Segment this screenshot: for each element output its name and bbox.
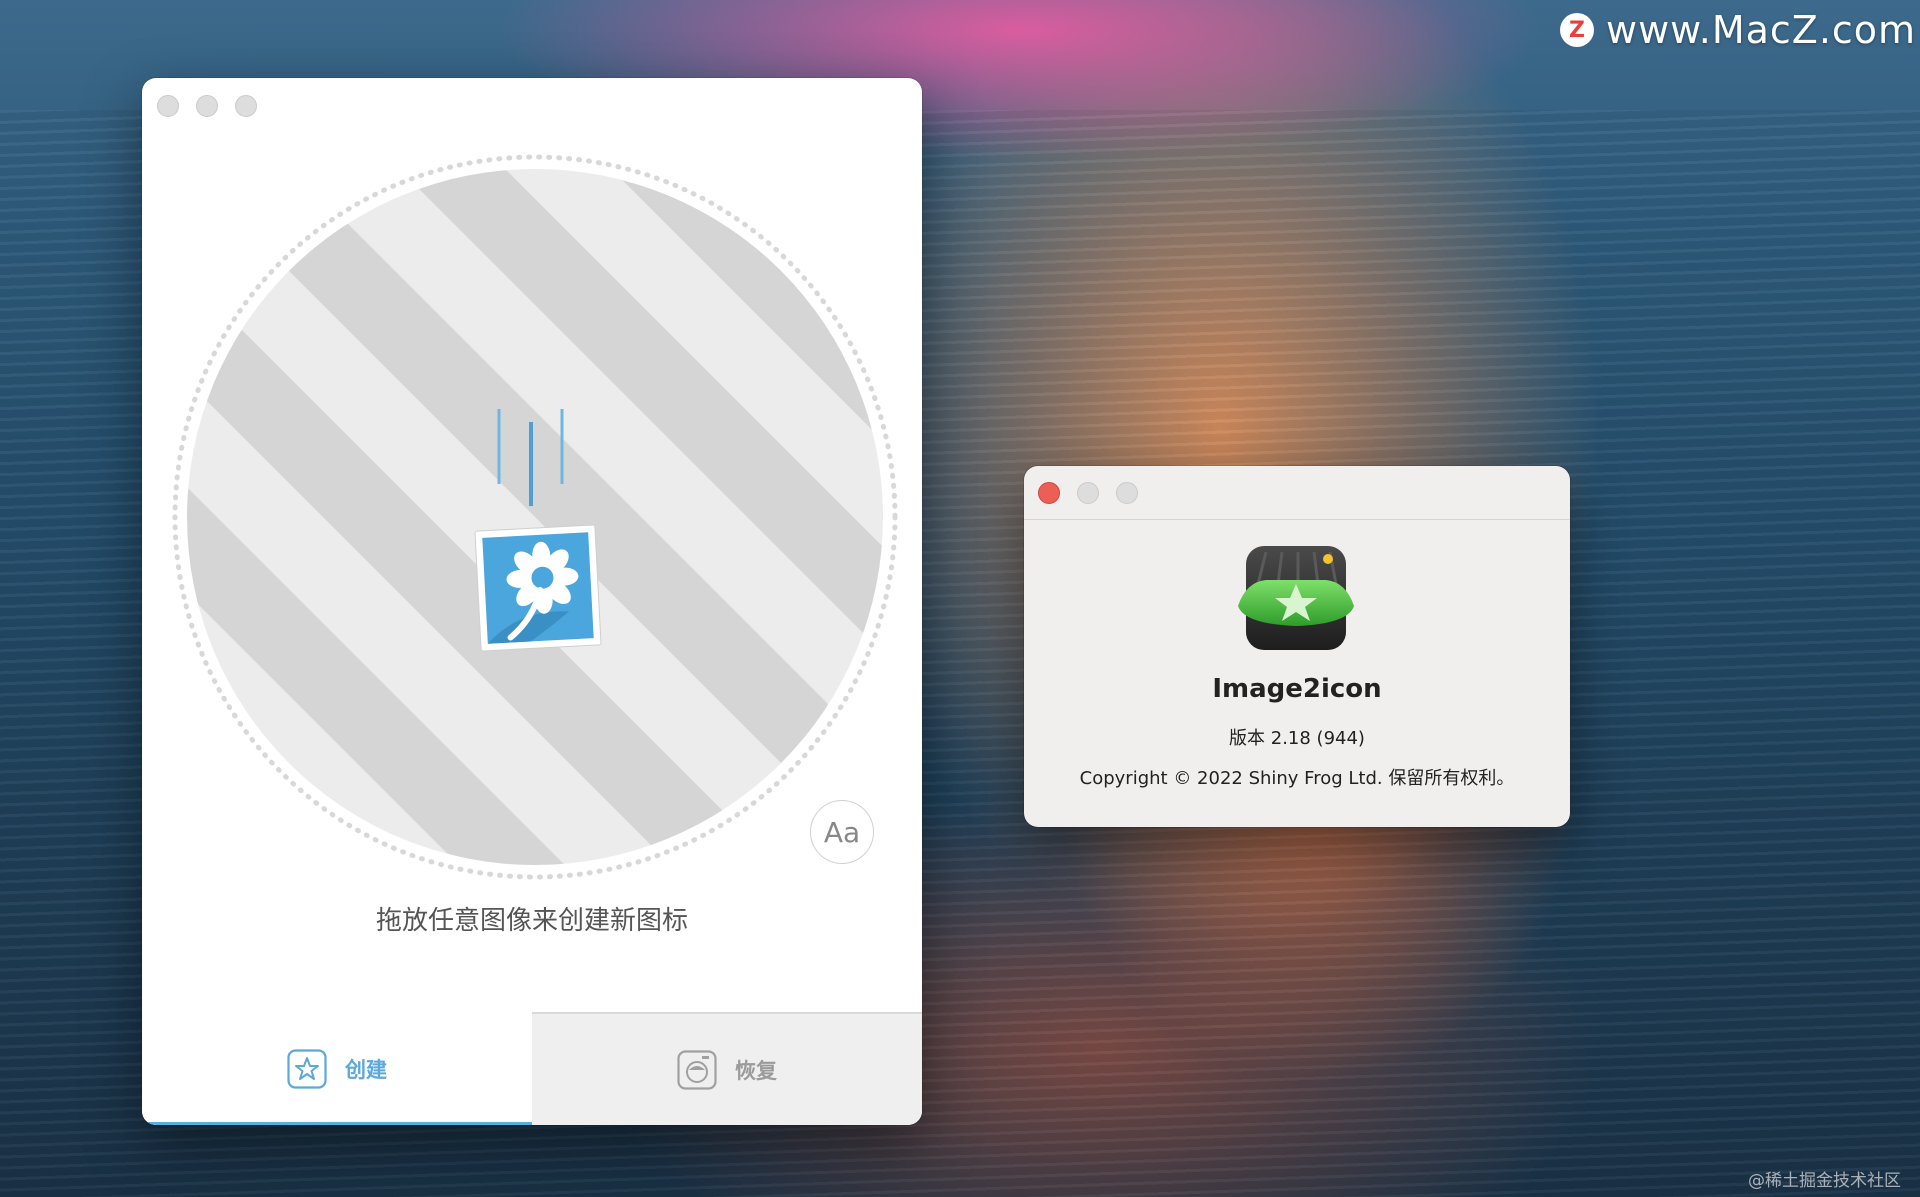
about-titlebar [1024,466,1570,520]
close-button[interactable] [157,95,179,117]
star-icon [287,1048,327,1089]
about-close-button[interactable] [1038,482,1060,504]
restore-icon [677,1049,717,1090]
macz-logo-icon: Z [1560,13,1594,47]
image2icon-app-icon [1238,546,1354,650]
drop-caption: 拖放任意图像来创建新图标 [375,906,688,936]
tab-restore[interactable]: 恢复 [532,1012,922,1125]
minimize-button[interactable] [196,95,218,117]
footer-watermark: @稀土掘金技术社区 [1748,1171,1901,1191]
desktop-wallpaper: Z www.MacZ.com @稀土掘金技术社区 Aa 拖放任意图像来创建新图标… [0,0,1920,1197]
watermark-site-text: www.MacZ.com [1606,8,1917,52]
about-window: Image2icon 版本 2.18 (944) Copyright © 202… [1024,466,1570,827]
site-watermark: Z www.MacZ.com [1560,6,1916,54]
image-drop-zone[interactable] [172,154,898,880]
font-button[interactable]: Aa [810,800,874,864]
zoom-button[interactable] [235,95,257,117]
about-app-name: Image2icon [1212,674,1382,704]
about-minimize-button[interactable] [1077,482,1099,504]
flower-image-icon [474,524,602,652]
about-copyright: Copyright © 2022 Shiny Frog Ltd. 保留所有权利。 [1079,768,1515,789]
main-window: Aa 拖放任意图像来创建新图标 创建 恢复 [142,78,922,1125]
about-zoom-button[interactable] [1116,482,1138,504]
tab-restore-label: 恢复 [735,1058,777,1083]
tab-create-label: 创建 [345,1057,387,1082]
tab-create[interactable]: 创建 [142,1012,532,1125]
about-version: 版本 2.18 (944) [1229,728,1365,749]
